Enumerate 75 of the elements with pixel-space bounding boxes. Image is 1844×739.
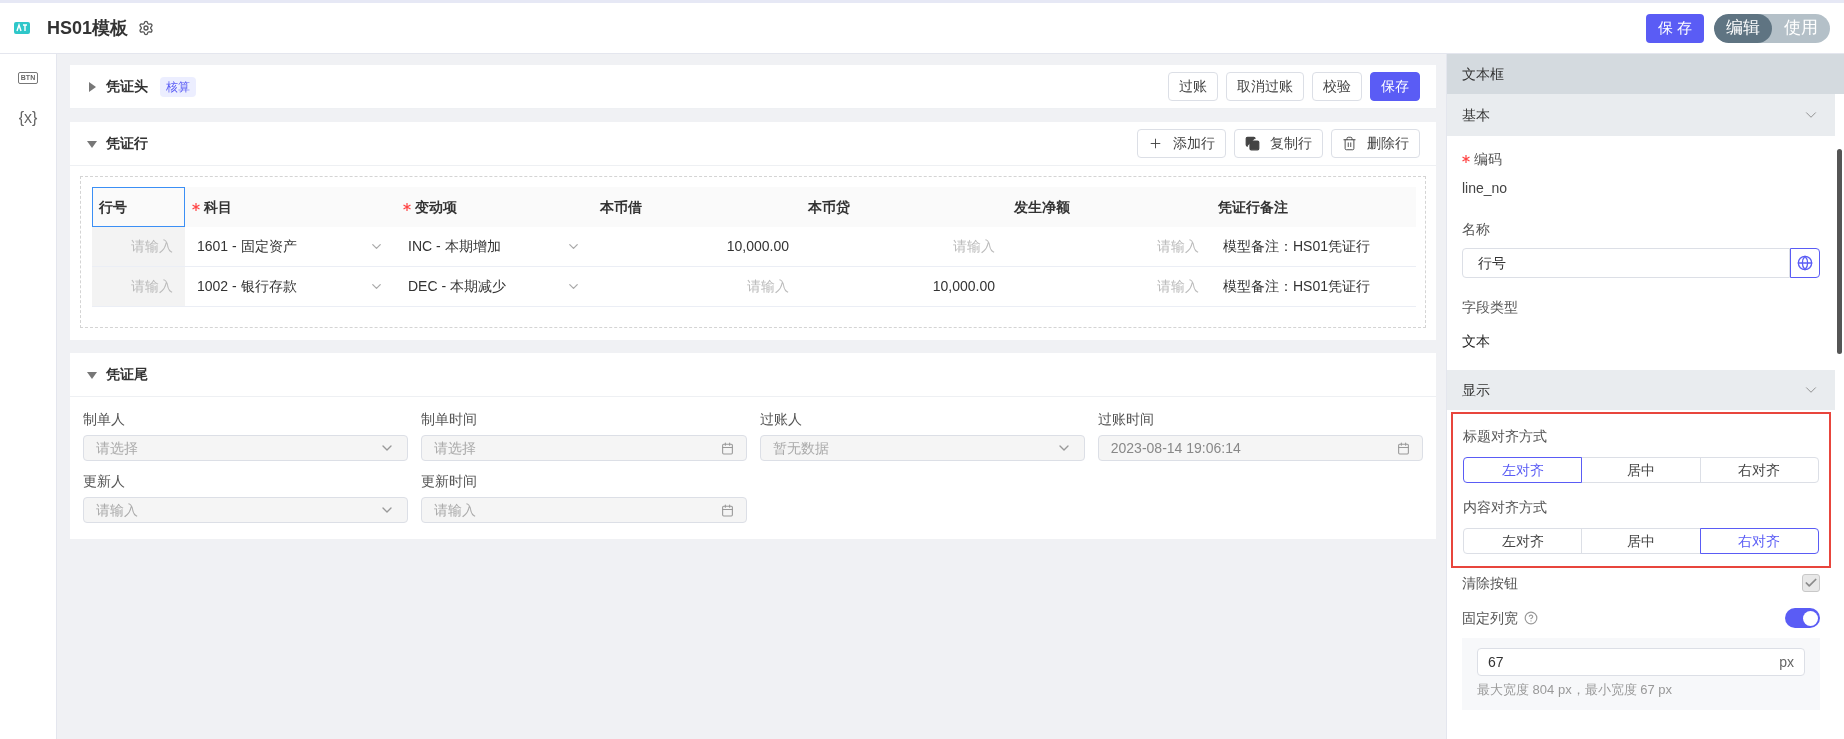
- scrollbar[interactable]: [1837, 149, 1842, 354]
- segment-button[interactable]: 右对齐: [1699, 528, 1819, 554]
- action-button[interactable]: 保存: [1370, 72, 1420, 101]
- variable-icon[interactable]: {x}: [18, 106, 38, 130]
- save-button[interactable]: 保 存: [1645, 13, 1704, 43]
- section-title: 凭证尾: [106, 365, 148, 384]
- group-header[interactable]: 显示: [1447, 370, 1835, 410]
- help-icon[interactable]: [1524, 611, 1538, 625]
- action-button[interactable]: 添加行: [1137, 129, 1226, 158]
- translate-button[interactable]: [1790, 248, 1820, 278]
- action-button[interactable]: 校验: [1312, 72, 1362, 101]
- copy-icon: [1245, 136, 1260, 151]
- input-field[interactable]: 10,000.00: [801, 267, 1007, 307]
- globe-icon: [1797, 255, 1813, 271]
- input-field[interactable]: 10,000.00: [593, 227, 801, 267]
- action-button[interactable]: 过账: [1168, 72, 1218, 101]
- column-header[interactable]: 科目: [185, 187, 396, 227]
- field-label: 制单时间: [421, 410, 479, 429]
- checkbox[interactable]: [1802, 574, 1820, 592]
- field-label: 过账人: [759, 410, 803, 429]
- unit-label: px: [1779, 652, 1794, 672]
- tag: 核算: [160, 76, 196, 97]
- width-input[interactable]: 67 px: [1477, 648, 1805, 676]
- name-input[interactable]: 行号: [1462, 248, 1790, 278]
- segment-button[interactable]: 左对齐: [1463, 457, 1583, 483]
- calendar-icon: [720, 503, 734, 517]
- field-label: 制单人: [83, 410, 126, 429]
- toggle-switch[interactable]: [1785, 608, 1820, 628]
- column-header[interactable]: 变动项: [396, 187, 593, 227]
- select-field[interactable]: DEC - 本期减少: [396, 267, 593, 307]
- action-button[interactable]: 取消过账: [1226, 72, 1304, 101]
- template-title: HS01模板: [47, 16, 129, 40]
- column-header[interactable]: 发生净额: [1007, 187, 1211, 227]
- column-header[interactable]: 本币借: [593, 187, 801, 227]
- mode-toggle[interactable]: 编辑 使用: [1714, 13, 1830, 43]
- segment-button[interactable]: 居中: [1581, 528, 1701, 554]
- settings-icon[interactable]: [138, 20, 155, 36]
- field-label: 字段类型: [1462, 298, 1519, 317]
- segment-button[interactable]: 居中: [1581, 457, 1701, 483]
- table-cell: 模型备注：HS01凭证行: [1211, 227, 1416, 267]
- field-value: 文本: [1462, 331, 1491, 351]
- field-label: 固定列宽: [1462, 608, 1518, 628]
- table-cell: 模型备注：HS01凭证行: [1211, 267, 1416, 307]
- calendar-icon: [720, 441, 734, 455]
- field-label: 清除按钮: [1462, 573, 1518, 593]
- action-button[interactable]: 删除行: [1331, 129, 1420, 158]
- trash-icon: [1342, 136, 1357, 151]
- column-header[interactable]: 行号: [92, 187, 185, 227]
- calendar-icon: [1397, 441, 1410, 455]
- check-icon: [1804, 576, 1818, 590]
- field-label: 名称: [1462, 220, 1491, 239]
- select-field[interactable]: 1002 - 银行存款: [185, 267, 396, 307]
- field-value: line_no: [1462, 178, 1509, 198]
- column-header[interactable]: 本币贷: [801, 187, 1007, 227]
- segment-button[interactable]: 左对齐: [1463, 528, 1583, 554]
- caret-icon[interactable]: [86, 80, 98, 93]
- field-label: 编码: [1474, 149, 1502, 169]
- action-button[interactable]: 复制行: [1234, 129, 1323, 158]
- mode-option[interactable]: 编辑: [1714, 13, 1772, 43]
- panel-title: 文本框: [1447, 54, 1844, 94]
- column-header[interactable]: 凭证行备注: [1211, 187, 1416, 227]
- field-label: 更新时间: [421, 472, 479, 491]
- group-header[interactable]: 基本: [1447, 94, 1835, 136]
- field-label: 内容对齐方式: [1463, 498, 1548, 517]
- select-field[interactable]: INC - 本期增加: [396, 227, 593, 267]
- hint-text: 最大宽度 804 px，最小宽度 67 px: [1477, 681, 1674, 699]
- plus-icon: [1148, 136, 1163, 151]
- logo-icon: [14, 21, 30, 35]
- segment-button[interactable]: 右对齐: [1699, 457, 1819, 483]
- field-label: 过账时间: [1097, 410, 1155, 429]
- section-title: 凭证行: [106, 134, 148, 153]
- section-title: 凭证头: [106, 77, 148, 96]
- field-label: 标题对齐方式: [1463, 427, 1548, 446]
- field-label: 更新人: [83, 472, 126, 491]
- select-field[interactable]: 1601 - 固定资产: [185, 227, 396, 267]
